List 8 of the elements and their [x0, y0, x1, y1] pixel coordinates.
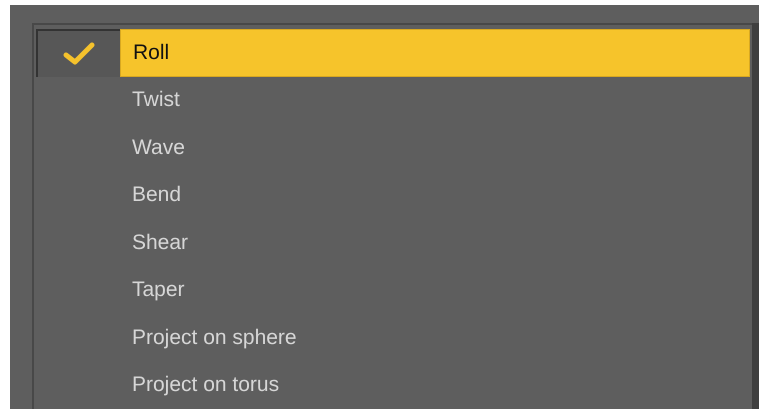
menu-item[interactable]: Shear — [120, 219, 750, 266]
menu-item[interactable]: Twist — [120, 76, 750, 124]
menu-item[interactable]: Bend — [120, 172, 750, 219]
menu-item[interactable]: Wave — [120, 124, 750, 172]
menu-item[interactable]: Project on torus — [120, 362, 750, 409]
menu-item[interactable]: Taper — [120, 266, 750, 314]
menu-item[interactable]: Roll — [120, 29, 750, 76]
menu-item[interactable]: Project on sphere — [120, 314, 750, 362]
